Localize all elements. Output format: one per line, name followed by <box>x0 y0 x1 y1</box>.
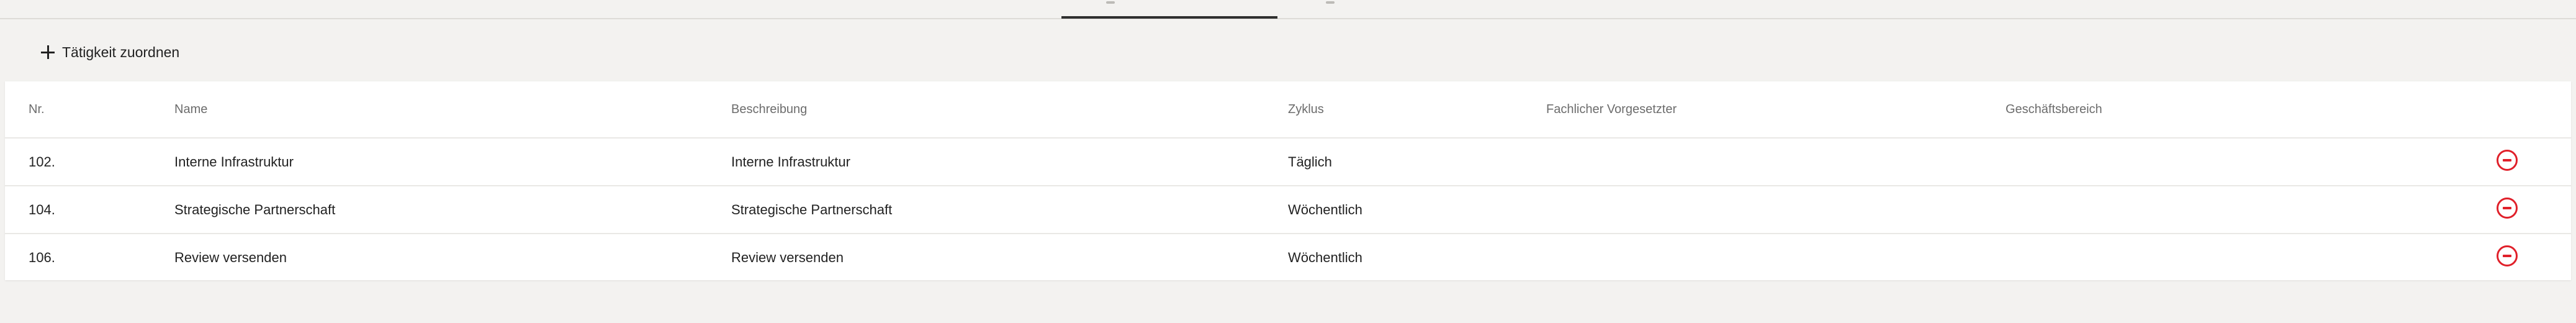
cell-supervisor <box>1546 138 2006 186</box>
cell-actions <box>2497 234 2571 281</box>
table-row[interactable]: 104. Strategische Partnerschaft Strategi… <box>5 186 2571 234</box>
cell-actions <box>2497 138 2571 186</box>
cell-nr: 106. <box>29 249 55 265</box>
cell-name: Strategische Partnerschaft <box>174 186 731 234</box>
cell-business-area <box>2006 186 2497 234</box>
table-row[interactable]: 102. Interne Infrastruktur Interne Infra… <box>5 138 2571 186</box>
minus-circle-icon[interactable] <box>2497 149 2518 171</box>
assign-activity-label: Tätigkeit zuordnen <box>62 43 180 60</box>
cell-description: Strategische Partnerschaft <box>731 186 1288 234</box>
cell-supervisor <box>1546 186 2006 234</box>
cell-business-area <box>2006 234 2497 281</box>
column-header-business-area[interactable]: Geschäftsbereich <box>2006 81 2497 139</box>
table-header-row: Nr. Name Beschreibung Zyklus Fachlicher … <box>5 81 2571 139</box>
assign-activity-button[interactable]: Tätigkeit zuordnen <box>38 39 182 66</box>
column-header-name[interactable]: Name <box>174 81 731 139</box>
cell-nr: 102. <box>5 138 174 186</box>
table-row[interactable]: 106. Review versenden Review versenden W… <box>5 234 2571 281</box>
tabs-divider <box>0 18 2576 19</box>
column-header-nr[interactable]: Nr. <box>5 81 174 139</box>
cell-description: Interne Infrastruktur <box>731 138 1288 186</box>
plus-icon <box>41 45 55 59</box>
tab-active[interactable] <box>1106 0 1115 5</box>
column-header-supervisor[interactable]: Fachlicher Vorgesetzter <box>1546 81 2006 139</box>
tab-next[interactable] <box>1326 0 1335 5</box>
column-header-cycle[interactable]: Zyklus <box>1288 81 1546 139</box>
cell-cycle: Wöchentlich <box>1288 186 1546 234</box>
column-header-actions <box>2497 81 2571 139</box>
cell-actions <box>2497 186 2571 234</box>
activities-table: Nr. Name Beschreibung Zyklus Fachlicher … <box>5 81 2571 280</box>
cell-nr: 104. <box>5 186 174 234</box>
cell-cycle: Täglich <box>1288 138 1546 186</box>
active-tab-indicator <box>1061 16 1277 19</box>
cell-name: Review versenden <box>174 249 287 265</box>
cell-business-area <box>2006 138 2497 186</box>
cell-description: Review versenden <box>731 249 844 265</box>
cell-cycle: Wöchentlich <box>1288 249 1362 265</box>
column-header-description[interactable]: Beschreibung <box>731 81 1288 139</box>
cell-name: Interne Infrastruktur <box>174 138 731 186</box>
minus-circle-icon[interactable] <box>2497 245 2518 266</box>
minus-circle-icon[interactable] <box>2497 197 2518 219</box>
cell-supervisor <box>1546 234 2006 281</box>
